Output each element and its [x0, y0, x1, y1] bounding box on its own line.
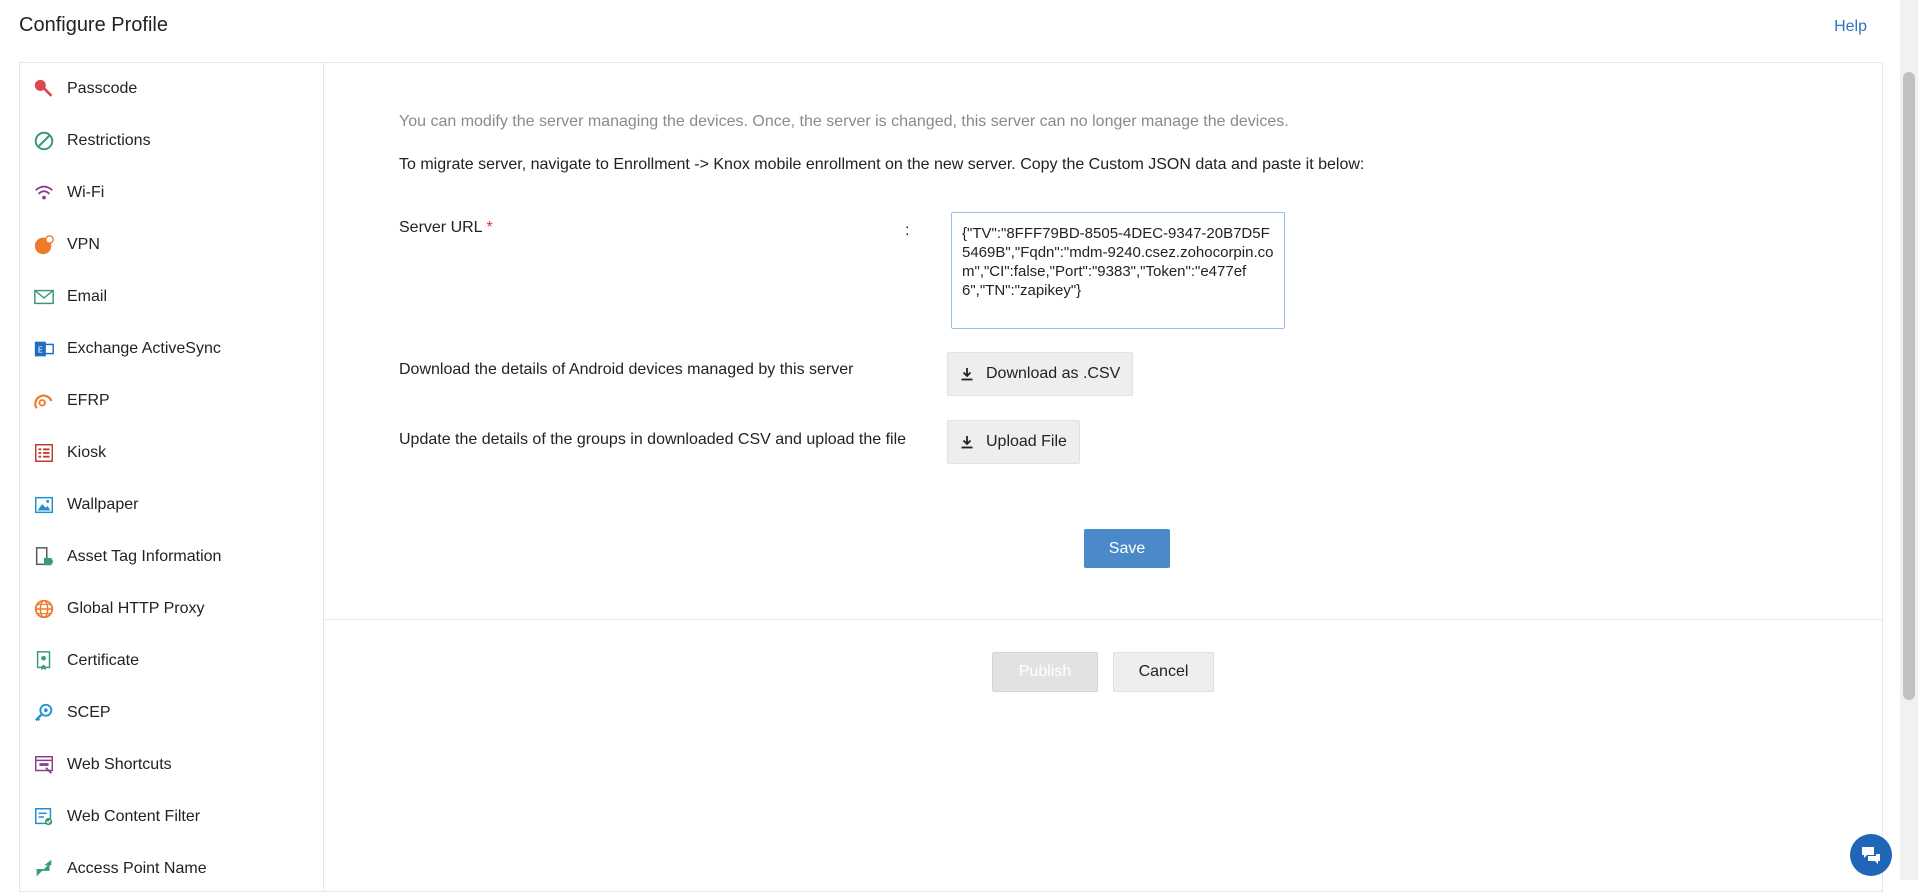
server-url-label: Server URL *: [399, 219, 493, 237]
sidebar-item-asset-tag[interactable]: Asset Tag Information: [20, 531, 323, 583]
sidebar-item-label: Restrictions: [67, 132, 151, 149]
sidebar-item-kiosk[interactable]: Kiosk: [20, 427, 323, 479]
chat-icon: [1862, 847, 1880, 864]
download-icon: [961, 368, 973, 381]
sidebar-item-label: Wallpaper: [67, 496, 139, 513]
page-title: Configure Profile: [19, 14, 168, 36]
download-csv-button[interactable]: Download as .CSV: [947, 352, 1134, 396]
help-link[interactable]: Help: [1834, 18, 1867, 36]
scrollbar-thumb[interactable]: [1903, 72, 1915, 700]
page-scrollbar[interactable]: [1900, 0, 1918, 880]
sidebar-item-label: Web Shortcuts: [67, 756, 172, 773]
wallpaper-icon: [32, 493, 56, 517]
globe-icon: [32, 597, 56, 621]
sidebar-item-label: SCEP: [67, 704, 111, 721]
sidebar-item-web-shortcuts[interactable]: Web Shortcuts: [20, 739, 323, 791]
upload-file-label: Upload File: [986, 433, 1067, 450]
exchange-icon: E: [32, 337, 56, 361]
chat-button[interactable]: [1850, 834, 1892, 876]
sidebar-item-passcode[interactable]: Passcode: [20, 63, 323, 115]
profile-frame: Passcode Restrictions Wi-Fi VPN Email E …: [19, 62, 1883, 892]
publish-button[interactable]: Publish: [992, 652, 1098, 692]
svg-text:E: E: [38, 345, 43, 355]
wifi-icon: [32, 181, 56, 205]
upload-file-button[interactable]: Upload File: [947, 420, 1080, 464]
efrp-icon: [32, 389, 56, 413]
sidebar-item-email[interactable]: Email: [20, 271, 323, 323]
cancel-button[interactable]: Cancel: [1113, 652, 1214, 692]
sidebar-item-access-point-name[interactable]: Access Point Name: [20, 843, 323, 895]
sidebar-item-label: Web Content Filter: [67, 808, 201, 825]
save-button[interactable]: Save: [1084, 529, 1170, 568]
sidebar-item-label: Access Point Name: [67, 860, 207, 877]
migrate-instructions: To migrate server, navigate to Enrollmen…: [399, 156, 1365, 173]
certificate-icon: [32, 649, 56, 673]
download-label: Download the details of Android devices …: [399, 361, 854, 378]
upload-icon: [961, 436, 973, 449]
required-mark: *: [486, 219, 493, 236]
sidebar-item-label: Wi-Fi: [67, 184, 105, 201]
field-colon: :: [905, 222, 910, 239]
upload-label: Update the details of the groups in down…: [399, 431, 907, 448]
email-icon: [32, 285, 56, 309]
sidebar-item-web-content-filter[interactable]: Web Content Filter: [20, 791, 323, 843]
sidebar-item-wallpaper[interactable]: Wallpaper: [20, 479, 323, 531]
sidebar: Passcode Restrictions Wi-Fi VPN Email E …: [20, 63, 324, 891]
server-url-label-text: Server URL: [399, 219, 482, 236]
web-shortcut-icon: [32, 753, 56, 777]
sidebar-item-label: EFRP: [67, 392, 110, 409]
sidebar-item-vpn[interactable]: VPN: [20, 219, 323, 271]
asset-tag-icon: [32, 545, 56, 569]
sidebar-item-label: Asset Tag Information: [67, 548, 222, 565]
sidebar-item-label: Passcode: [67, 80, 138, 97]
access-point-icon: [32, 857, 56, 881]
download-csv-label: Download as .CSV: [986, 365, 1121, 382]
sidebar-item-scep[interactable]: SCEP: [20, 687, 323, 739]
sidebar-item-label: Kiosk: [67, 444, 107, 461]
kiosk-icon: [32, 441, 56, 465]
sidebar-item-restrictions[interactable]: Restrictions: [20, 115, 323, 167]
vpn-icon: [32, 233, 56, 257]
sidebar-item-label: Global HTTP Proxy: [67, 600, 205, 617]
info-text: You can modify the server managing the d…: [399, 113, 1289, 130]
key-icon: [32, 77, 56, 101]
server-migration-panel: You can modify the server managing the d…: [325, 63, 1882, 620]
server-url-input[interactable]: {"TV":"8FFF79BD-8505-4DEC-9347-20B7D5F54…: [951, 212, 1285, 329]
sidebar-item-certificate[interactable]: Certificate: [20, 635, 323, 687]
restriction-icon: [32, 129, 56, 153]
sidebar-item-efrp[interactable]: EFRP: [20, 375, 323, 427]
sidebar-item-exchange[interactable]: E Exchange ActiveSync: [20, 323, 323, 375]
web-filter-icon: [32, 805, 56, 829]
sidebar-item-label: VPN: [67, 236, 100, 253]
sidebar-item-label: Certificate: [67, 652, 140, 669]
sidebar-item-label: Exchange ActiveSync: [67, 340, 221, 357]
sidebar-item-wifi[interactable]: Wi-Fi: [20, 167, 323, 219]
scep-icon: [32, 701, 56, 725]
sidebar-item-http-proxy[interactable]: Global HTTP Proxy: [20, 583, 323, 635]
sidebar-item-label: Email: [67, 288, 108, 305]
